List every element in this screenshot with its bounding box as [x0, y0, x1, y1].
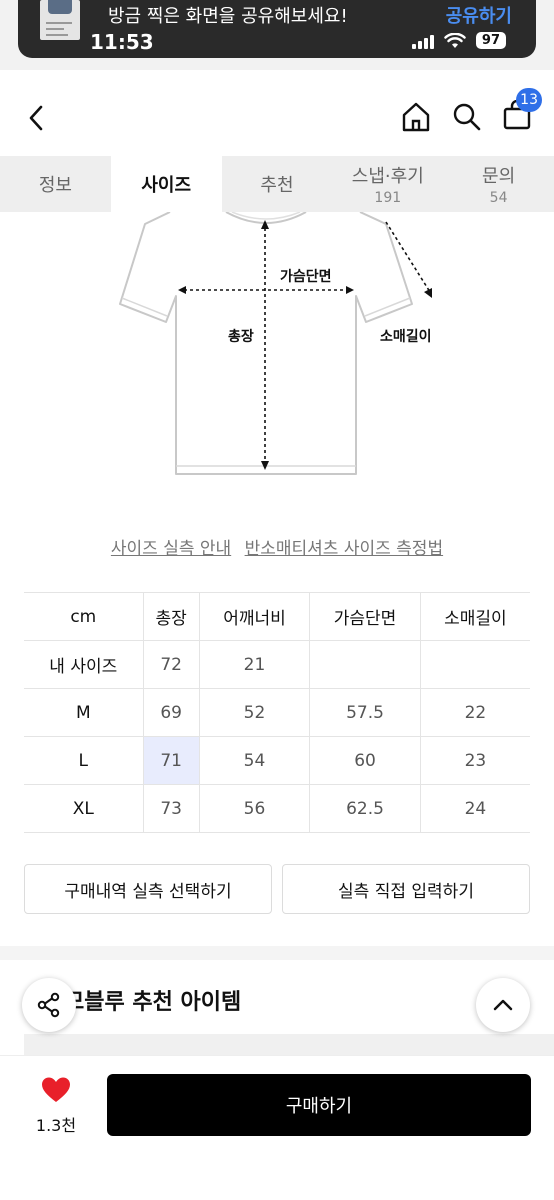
table-cell: 60 [309, 736, 421, 785]
column-header: 어깨너비 [198, 592, 311, 641]
row-label: XL [24, 784, 144, 833]
tab-count: 54 [489, 190, 508, 206]
cellular-signal-icon [411, 33, 434, 49]
select-from-purchase-history-button[interactable]: 구매내역 실측 선택하기 [24, 864, 272, 914]
recommended-section-title: 모블루 추천 아이템 [64, 990, 242, 1015]
enter-measurement-button[interactable]: 실측 직접 입력하기 [282, 864, 530, 914]
share-button[interactable]: 공유하기 [446, 2, 512, 28]
section-divider [0, 946, 554, 960]
tshirt-outline [119, 211, 432, 475]
top-nav: 13 [0, 70, 554, 156]
table-row: 내 사이즈 72 21 [24, 640, 530, 689]
column-header: 가슴단면 [309, 592, 421, 641]
like-count: 1.3천 [35, 1116, 77, 1135]
size-guide-links: 사이즈 실측 안내 반소매티셔츠 사이즈 측정법 [0, 534, 554, 559]
screenshot-share-banner[interactable]: 방금 찍은 화면을 공유해보세요! 공유하기 11:53 97 [18, 0, 536, 58]
table-header-row: cm 총장 어깨너비 가슴단면 소매길이 [24, 592, 530, 641]
table-cell: 56 [198, 784, 311, 833]
table-row: M 69 52 57.5 22 [24, 688, 530, 737]
column-header: 소매길이 [419, 592, 530, 641]
cart-count-badge: 13 [516, 88, 542, 112]
column-header: cm [24, 592, 144, 641]
size-table: cm 총장 어깨너비 가슴단면 소매길이 내 사이즈 72 21 M 69 52… [24, 592, 530, 833]
table-cell: 23 [419, 736, 530, 785]
share-button[interactable] [22, 978, 76, 1032]
table-cell: 57.5 [309, 688, 421, 737]
back-button[interactable] [28, 104, 44, 136]
tab-label: 스냅·후기 [351, 166, 424, 187]
measurement-buttons: 구매내역 실측 선택하기 실측 직접 입력하기 [24, 864, 530, 914]
sleeve-length-label: 소매길이 [380, 326, 432, 346]
share-icon [37, 992, 60, 1018]
row-label: L [24, 736, 144, 785]
heart-icon [42, 1077, 70, 1102]
battery-level: 97 [475, 32, 506, 49]
table-cell: 21 [198, 640, 311, 689]
table-cell: 52 [198, 688, 311, 737]
table-cell: 24 [419, 784, 530, 833]
search-icon[interactable] [452, 102, 482, 132]
tshirt-measurement-diagram: 가슴단면 총장 소매길이 [110, 211, 450, 482]
wifi-icon [444, 32, 466, 48]
home-icon[interactable] [400, 101, 432, 133]
tab-label: 문의 [482, 166, 516, 187]
table-cell [309, 640, 421, 689]
tab-recommend[interactable]: 추천 [222, 156, 333, 212]
table-cell: 22 [419, 688, 530, 737]
status-time: 11:53 [90, 30, 154, 54]
table-cell: 69 [142, 688, 200, 737]
table-cell: 73 [142, 784, 200, 833]
table-row: L 71 54 60 23 [24, 736, 530, 785]
product-tabs: 정보 사이즈 추천 스냅·후기 191 문의 54 [0, 156, 554, 212]
table-cell: 72 [142, 640, 200, 689]
tab-snap-review[interactable]: 스냅·후기 191 [332, 156, 443, 212]
chest-width-label: 가슴단면 [280, 266, 332, 286]
tab-inquiry[interactable]: 문의 54 [443, 156, 554, 212]
total-length-label: 총장 [228, 326, 254, 346]
tab-count: 191 [374, 190, 402, 206]
chevron-left-icon [29, 105, 43, 131]
tab-label: 추천 [260, 175, 294, 196]
tab-label: 사이즈 [141, 175, 192, 196]
tab-label: 정보 [38, 175, 72, 196]
cart-button[interactable]: 13 [502, 88, 542, 134]
tab-info[interactable]: 정보 [0, 156, 111, 212]
share-banner-text: 방금 찍은 화면을 공유해보세요! [108, 6, 348, 27]
size-measure-guide-link[interactable]: 사이즈 실측 안내 [111, 539, 231, 559]
table-cell [420, 640, 530, 689]
bottom-action-bar: 1.3천 구매하기 [0, 1055, 554, 1200]
chevron-up-icon [493, 999, 513, 1011]
size-measure-method-link[interactable]: 반소매티셔츠 사이즈 측정법 [245, 539, 444, 559]
tab-size[interactable]: 사이즈 [110, 156, 222, 212]
column-header: 총장 [142, 592, 200, 641]
row-label: 내 사이즈 [24, 640, 144, 689]
table-cell: 62.5 [309, 784, 421, 833]
table-row: XL 73 56 62.5 24 [24, 784, 530, 833]
table-cell: 54 [198, 736, 311, 785]
screenshot-thumbnail [40, 0, 80, 40]
scroll-to-top-button[interactable] [476, 978, 530, 1032]
like-button[interactable]: 1.3천 [26, 1076, 86, 1136]
status-area: 방금 찍은 화면을 공유해보세요! 공유하기 11:53 97 [0, 0, 554, 70]
row-label: M [24, 688, 144, 737]
table-cell-highlighted: 71 [142, 736, 200, 785]
buy-button[interactable]: 구매하기 [107, 1074, 531, 1136]
